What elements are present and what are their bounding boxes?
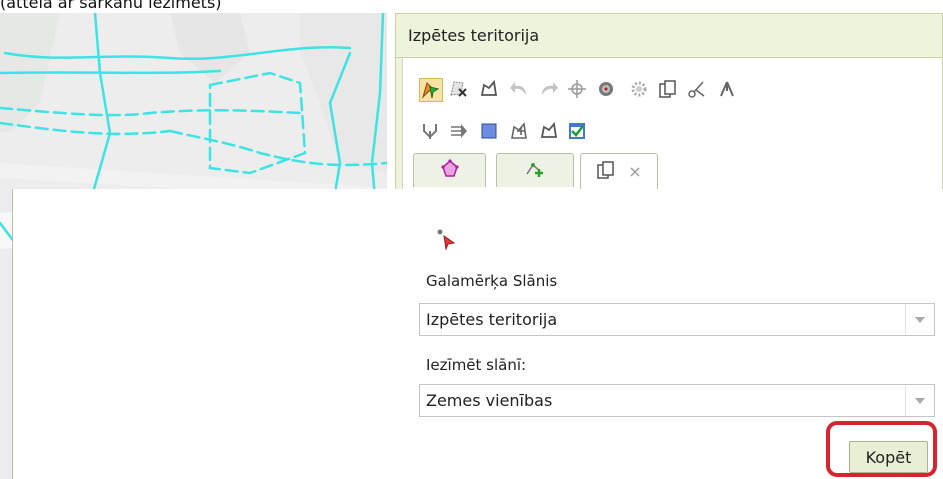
square-icon[interactable] [478, 120, 500, 142]
shapes-icon [439, 158, 461, 183]
copy-icon[interactable] [657, 78, 679, 100]
pointer-icon [436, 228, 458, 254]
select-layer-label: Iezīmēt slānī: [426, 356, 527, 374]
move-icon[interactable] [448, 120, 470, 142]
merge-icon[interactable] [419, 120, 441, 142]
chevron-down-icon[interactable] [905, 304, 934, 335]
settings-icon[interactable] [628, 78, 650, 100]
split-icon[interactable] [716, 78, 738, 100]
target-layer-label: Galamērķa Slānis [426, 272, 558, 290]
copy-icon [596, 160, 616, 184]
select-layer-value: Zemes vienības [426, 391, 553, 410]
redo-icon[interactable] [538, 78, 560, 100]
target-layer-value: Izpētes teritorija [426, 310, 558, 329]
polygon-edit-icon[interactable] [478, 78, 500, 100]
tab-copy[interactable]: × [580, 153, 658, 189]
select-edit-icon[interactable] [419, 78, 443, 102]
select-layer-select[interactable]: Zemes vienības [419, 384, 935, 417]
close-icon[interactable]: × [628, 162, 641, 181]
target-layer-select[interactable]: Izpētes teritorija [419, 303, 935, 336]
undo-icon[interactable] [508, 78, 530, 100]
tab-add-node[interactable] [496, 153, 574, 187]
polygon-add-icon[interactable] [508, 120, 530, 142]
crosshair-icon[interactable] [566, 78, 588, 100]
add-node-icon [524, 159, 546, 183]
panel-title: Izpētes teritorija [408, 26, 540, 45]
tab-shapes[interactable] [413, 153, 486, 187]
polygon-icon[interactable] [538, 120, 560, 142]
caption-text: (attēlā ar sarkanu iezīmēts) [0, 0, 222, 12]
save-check-icon[interactable] [566, 120, 588, 142]
panel-header: Izpētes teritorija [396, 14, 942, 58]
chevron-down-icon[interactable] [905, 385, 934, 416]
add-point-icon[interactable] [595, 78, 617, 100]
cut-icon[interactable] [686, 78, 708, 100]
highlight-annotation [826, 421, 937, 477]
delete-feature-icon[interactable] [448, 78, 470, 100]
